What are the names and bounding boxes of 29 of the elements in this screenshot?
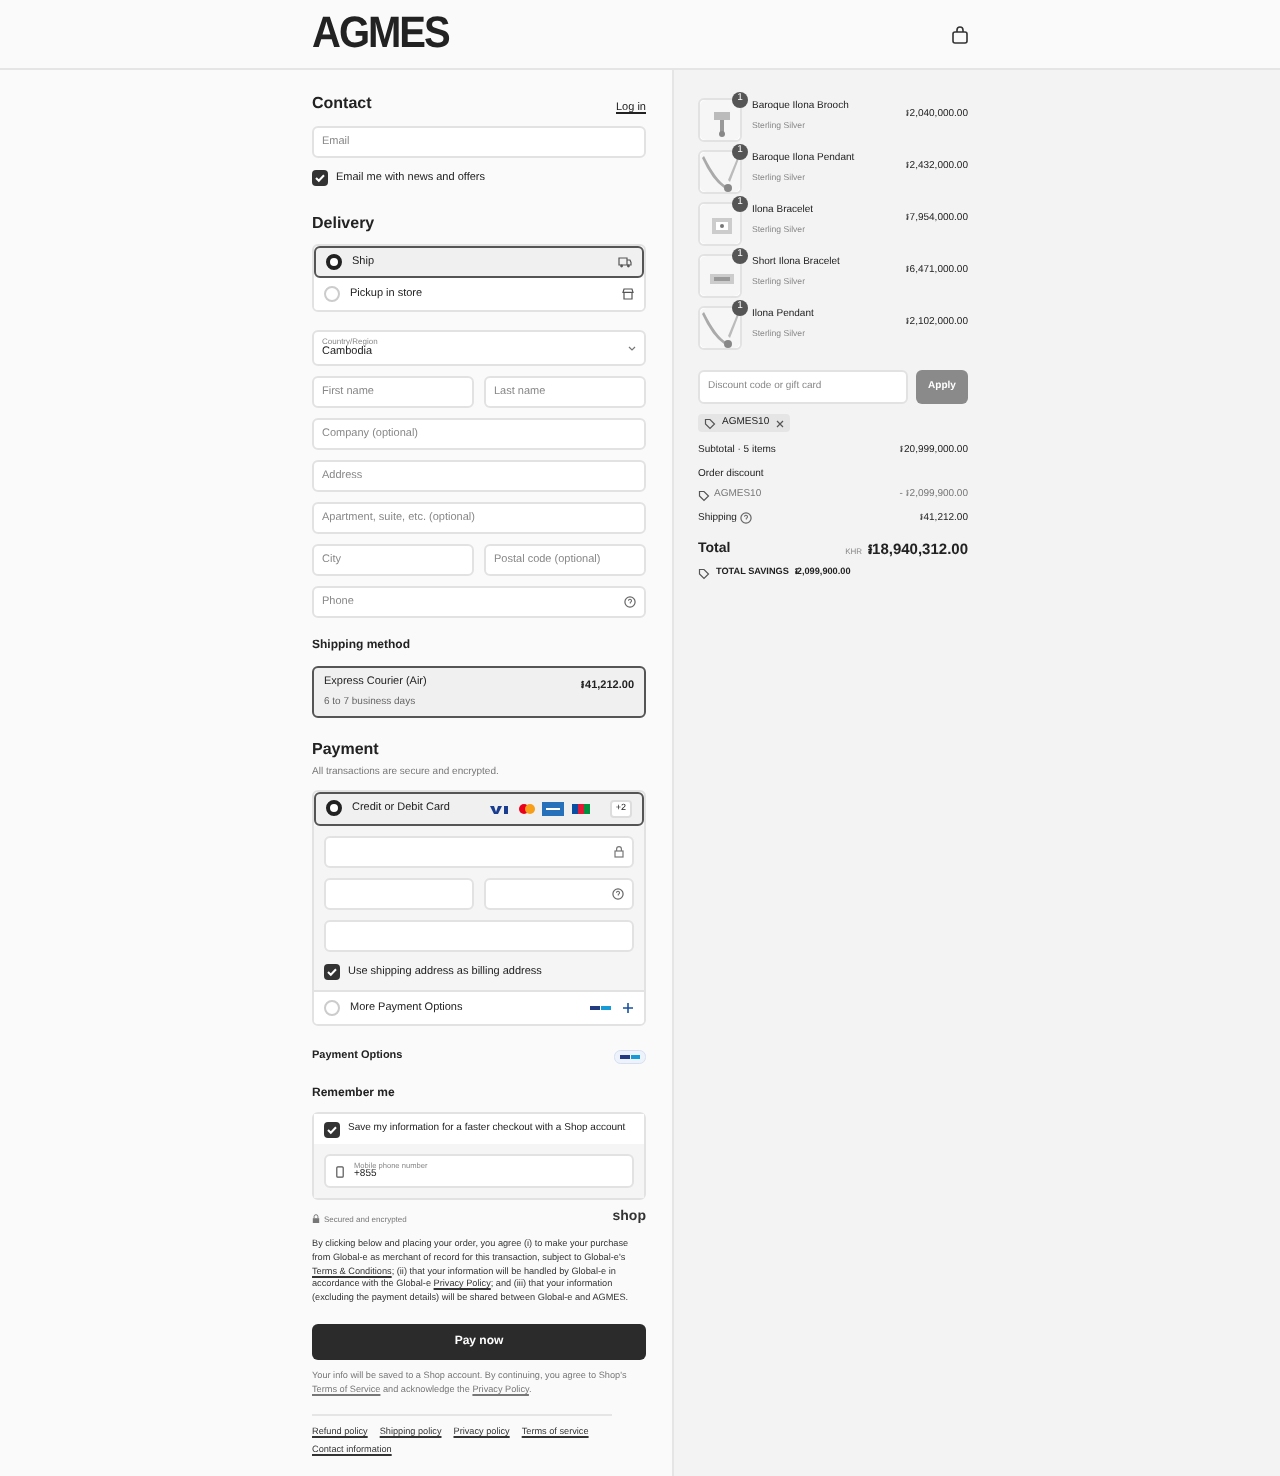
checkbox[interactable] <box>312 170 328 187</box>
shopping-bag-icon[interactable] <box>952 25 968 43</box>
input-field[interactable] <box>324 919 634 952</box>
paypal-logo-icon <box>590 1004 612 1012</box>
logo[interactable]: AGMES <box>312 12 449 56</box>
paypal-button-icon[interactable] <box>614 1049 646 1064</box>
section-title: Contact <box>312 92 372 116</box>
section-title: Payment <box>312 738 381 763</box>
tag-icon <box>698 489 710 502</box>
input-field[interactable] <box>484 877 634 910</box>
section-title: Delivery <box>312 212 377 237</box>
help-icon <box>740 512 753 525</box>
plus-icon[interactable] <box>622 1002 634 1014</box>
radio-button[interactable] <box>326 254 342 271</box>
tag-icon <box>704 417 716 429</box>
mobile-phone-icon <box>336 1165 344 1178</box>
lock-icon <box>312 1214 320 1224</box>
help-icon <box>612 887 624 900</box>
tag-icon <box>698 567 710 580</box>
radio-button[interactable] <box>326 800 342 817</box>
close-icon[interactable] <box>775 419 784 427</box>
checkbox[interactable] <box>324 1121 340 1138</box>
chevron-down-icon <box>628 345 636 352</box>
input-field[interactable] <box>324 835 634 868</box>
truck-icon <box>618 256 632 269</box>
input-field[interactable] <box>324 877 474 910</box>
store-icon <box>622 288 634 301</box>
lock-icon <box>614 845 624 858</box>
checkbox[interactable] <box>324 963 340 980</box>
